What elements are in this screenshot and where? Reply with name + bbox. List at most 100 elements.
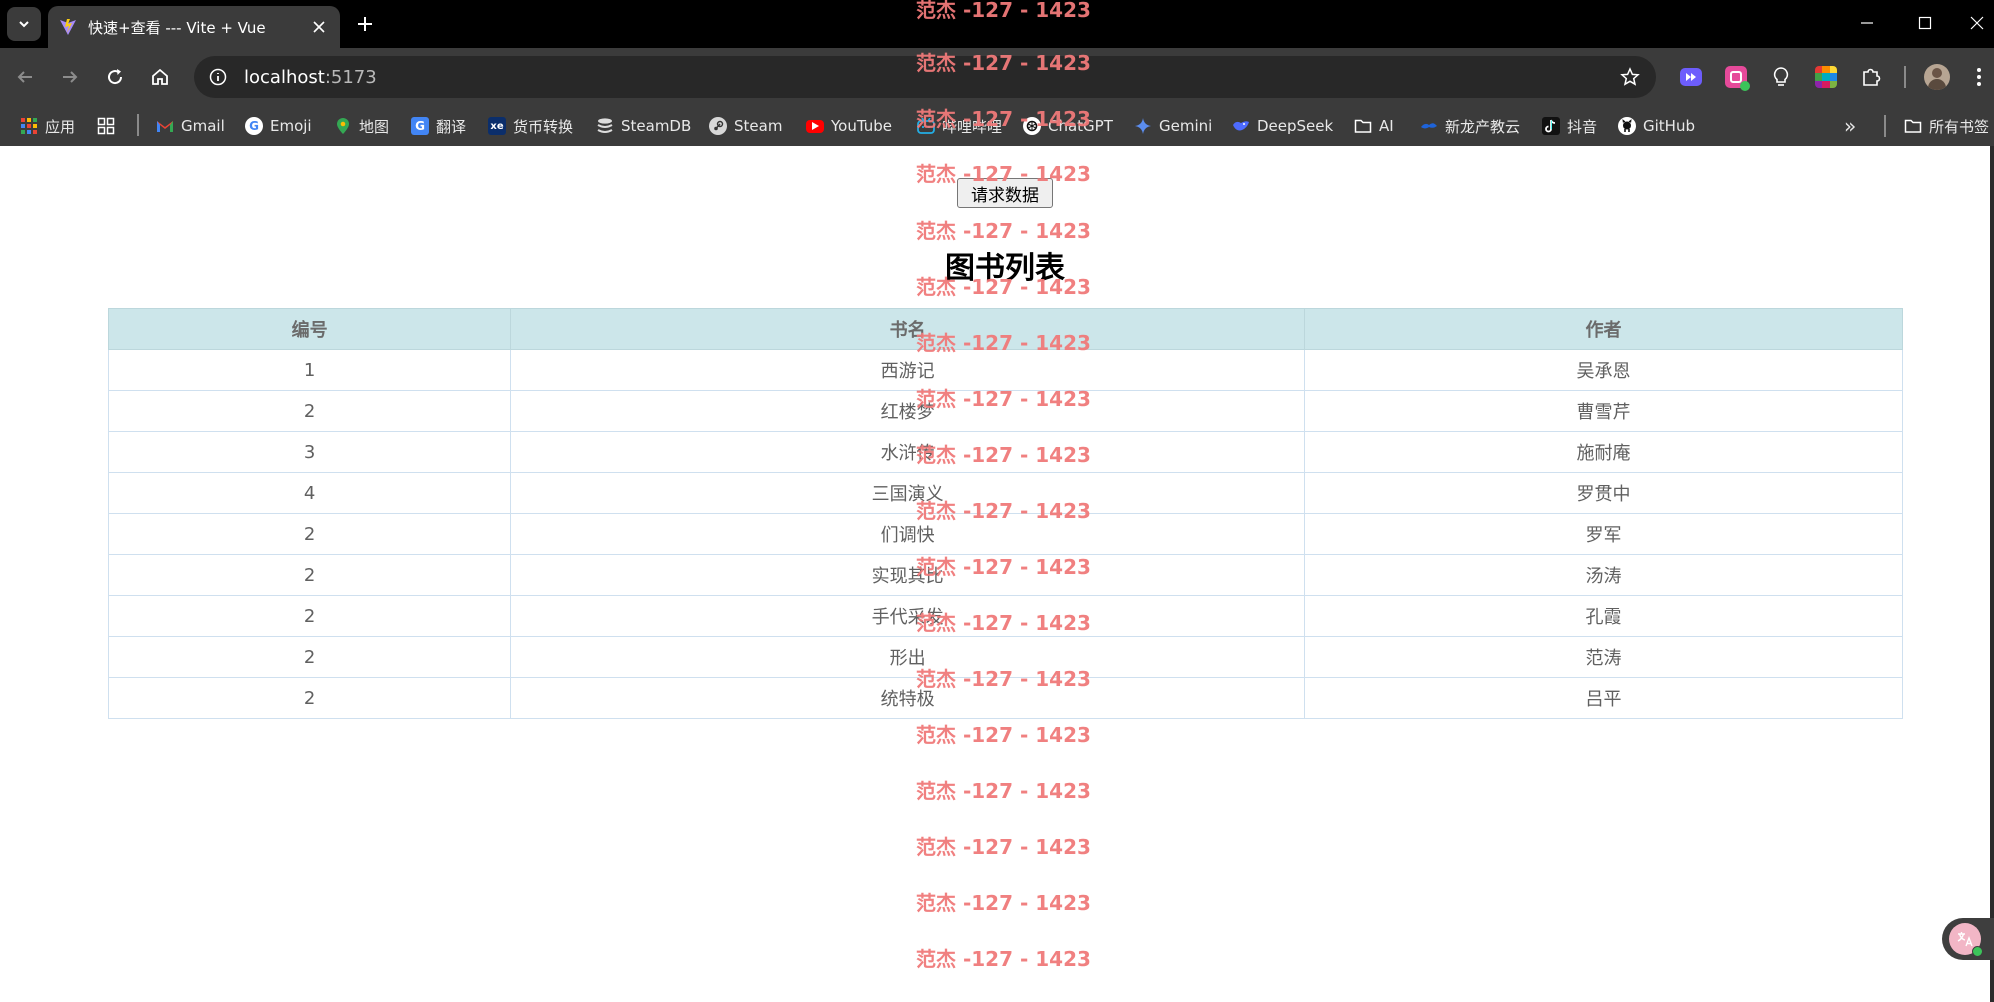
table-row: 2 红楼梦 曹雪芹 bbox=[107, 390, 1904, 432]
bookmark-deepseek[interactable]: DeepSeek bbox=[1232, 114, 1333, 138]
bookmark-label: 哔哩哔哩 bbox=[942, 117, 1003, 136]
url-host: localhost bbox=[244, 66, 325, 88]
cell-id: 2 bbox=[107, 513, 512, 555]
browser-title-bar: 快速+查看 --- Vite + Vue bbox=[0, 0, 1994, 48]
window-right-edge bbox=[1990, 146, 1994, 1002]
table-row: 3 水浒传 施耐庵 bbox=[107, 431, 1904, 473]
gmail-icon bbox=[156, 117, 174, 135]
cell-title: 西游记 bbox=[510, 349, 1305, 391]
minimize-button[interactable] bbox=[1844, 6, 1890, 40]
bookmark-youtube[interactable]: YouTube bbox=[806, 114, 892, 138]
bookmark-gmail[interactable]: Gmail bbox=[156, 114, 225, 138]
folder-icon bbox=[1354, 117, 1372, 135]
cell-author: 吴承恩 bbox=[1303, 349, 1904, 391]
bookmark-xinlong[interactable]: 新龙产教云 bbox=[1420, 114, 1520, 138]
bookmark-label: Steam bbox=[734, 117, 783, 135]
cell-author: 罗贯中 bbox=[1303, 472, 1904, 514]
extension-button-image[interactable] bbox=[1721, 62, 1751, 92]
video-extension-icon bbox=[1680, 68, 1702, 86]
bookmark-tab-groups[interactable] bbox=[97, 114, 122, 138]
cell-title: 实现其比 bbox=[510, 554, 1305, 596]
xe-icon: xe bbox=[488, 117, 506, 135]
reload-button[interactable] bbox=[98, 60, 132, 94]
translate-float-button[interactable] bbox=[1942, 918, 1994, 960]
deepseek-icon bbox=[1232, 117, 1250, 135]
bookmark-steam[interactable]: Steam bbox=[709, 114, 782, 138]
cell-id: 2 bbox=[107, 554, 512, 596]
forward-arrow-icon bbox=[63, 71, 78, 83]
bookmark-label: 货币转换 bbox=[513, 117, 574, 136]
more-bookmarks-button[interactable]: » bbox=[1844, 114, 1856, 138]
bookmark-folder-ai[interactable]: AI bbox=[1354, 114, 1394, 138]
url-port: :5173 bbox=[324, 66, 377, 88]
browser-toolbar: localhost:5173 bbox=[0, 48, 1994, 106]
reload-icon bbox=[108, 69, 123, 85]
extension-button-bulb[interactable] bbox=[1766, 62, 1796, 92]
site-info-icon[interactable] bbox=[206, 65, 230, 89]
tab-close-button[interactable] bbox=[308, 16, 330, 38]
forward-button[interactable] bbox=[53, 60, 87, 94]
lightbulb-icon bbox=[1773, 67, 1789, 86]
profile-avatar[interactable] bbox=[1922, 62, 1952, 92]
home-button[interactable] bbox=[143, 60, 177, 94]
color-grid-icon bbox=[1815, 66, 1837, 88]
tab-groups-icon bbox=[97, 117, 115, 135]
url-text: localhost:5173 bbox=[244, 67, 377, 88]
plus-icon bbox=[358, 17, 372, 31]
extension-button-color[interactable] bbox=[1811, 62, 1841, 92]
cloud-icon bbox=[1420, 117, 1438, 135]
bookmark-github[interactable]: GitHub bbox=[1618, 114, 1695, 138]
table-row: 2 形出 范涛 bbox=[107, 636, 1904, 678]
bilibili-icon bbox=[917, 117, 935, 135]
back-button[interactable] bbox=[8, 60, 42, 94]
bookmark-label: 新龙产教云 bbox=[1445, 117, 1521, 136]
bookmark-steamdb[interactable]: SteamDB bbox=[596, 114, 691, 138]
bookmark-maps[interactable]: 地图 bbox=[334, 114, 389, 138]
github-icon bbox=[1618, 117, 1636, 135]
bookmarks-bar: 应用 Gmail G Emoji 地图 G 翻译 xe 货币转换 SteamDB bbox=[0, 106, 1994, 146]
bookmark-label: GitHub bbox=[1643, 117, 1695, 135]
chevron-down-icon bbox=[19, 21, 29, 28]
puzzle-icon bbox=[1863, 68, 1881, 86]
cell-author: 罗军 bbox=[1303, 513, 1904, 555]
bookmark-currency[interactable]: xe 货币转换 bbox=[488, 114, 573, 138]
cell-title: 统特极 bbox=[510, 677, 1305, 719]
bookmark-douyin[interactable]: 抖音 bbox=[1542, 114, 1597, 138]
maximize-icon bbox=[1918, 16, 1932, 30]
home-icon bbox=[152, 68, 168, 85]
request-data-button[interactable]: 请求数据 bbox=[957, 178, 1053, 208]
youtube-icon bbox=[806, 119, 824, 133]
bookmark-translate[interactable]: G 翻译 bbox=[411, 114, 466, 138]
new-tab-button[interactable] bbox=[350, 9, 380, 39]
tab-search-button[interactable] bbox=[7, 7, 41, 41]
extensions-menu-button[interactable] bbox=[1856, 62, 1886, 92]
table-row: 2 实现其比 汤涛 bbox=[107, 554, 1904, 596]
bookmark-star-button[interactable] bbox=[1618, 65, 1642, 89]
bookmark-bilibili[interactable]: 哔哩哔哩 bbox=[917, 114, 1002, 138]
column-header-id: 编号 bbox=[107, 308, 512, 350]
cell-id: 3 bbox=[107, 431, 512, 473]
status-dot bbox=[1972, 946, 1983, 957]
cell-id: 2 bbox=[107, 595, 512, 637]
address-bar[interactable]: localhost:5173 bbox=[194, 56, 1656, 98]
bookmark-chatgpt[interactable]: ChatGPT bbox=[1023, 114, 1113, 138]
maximize-button[interactable] bbox=[1902, 6, 1948, 40]
extension-button-video[interactable] bbox=[1676, 62, 1706, 92]
folder-icon bbox=[1904, 117, 1922, 135]
bookmark-gemini[interactable]: Gemini bbox=[1134, 114, 1212, 138]
all-bookmarks-button[interactable]: 所有书签 bbox=[1904, 114, 1989, 138]
bookmark-label: DeepSeek bbox=[1257, 117, 1334, 135]
active-tab[interactable]: 快速+查看 --- Vite + Vue bbox=[48, 6, 340, 48]
table-row: 4 三国演义 罗贯中 bbox=[107, 472, 1904, 514]
browser-menu-button[interactable] bbox=[1964, 62, 1994, 92]
chatgpt-icon bbox=[1023, 117, 1041, 135]
cell-title: 们调快 bbox=[510, 513, 1305, 555]
douyin-icon bbox=[1542, 117, 1560, 135]
cell-id: 2 bbox=[107, 677, 512, 719]
steamdb-icon bbox=[596, 117, 614, 135]
bookmark-emoji[interactable]: G Emoji bbox=[245, 114, 312, 138]
bookmark-apps[interactable]: 应用 bbox=[20, 114, 75, 138]
close-window-button[interactable] bbox=[1960, 6, 1994, 40]
bookmark-label: 抖音 bbox=[1567, 117, 1598, 136]
steam-icon bbox=[709, 117, 727, 135]
